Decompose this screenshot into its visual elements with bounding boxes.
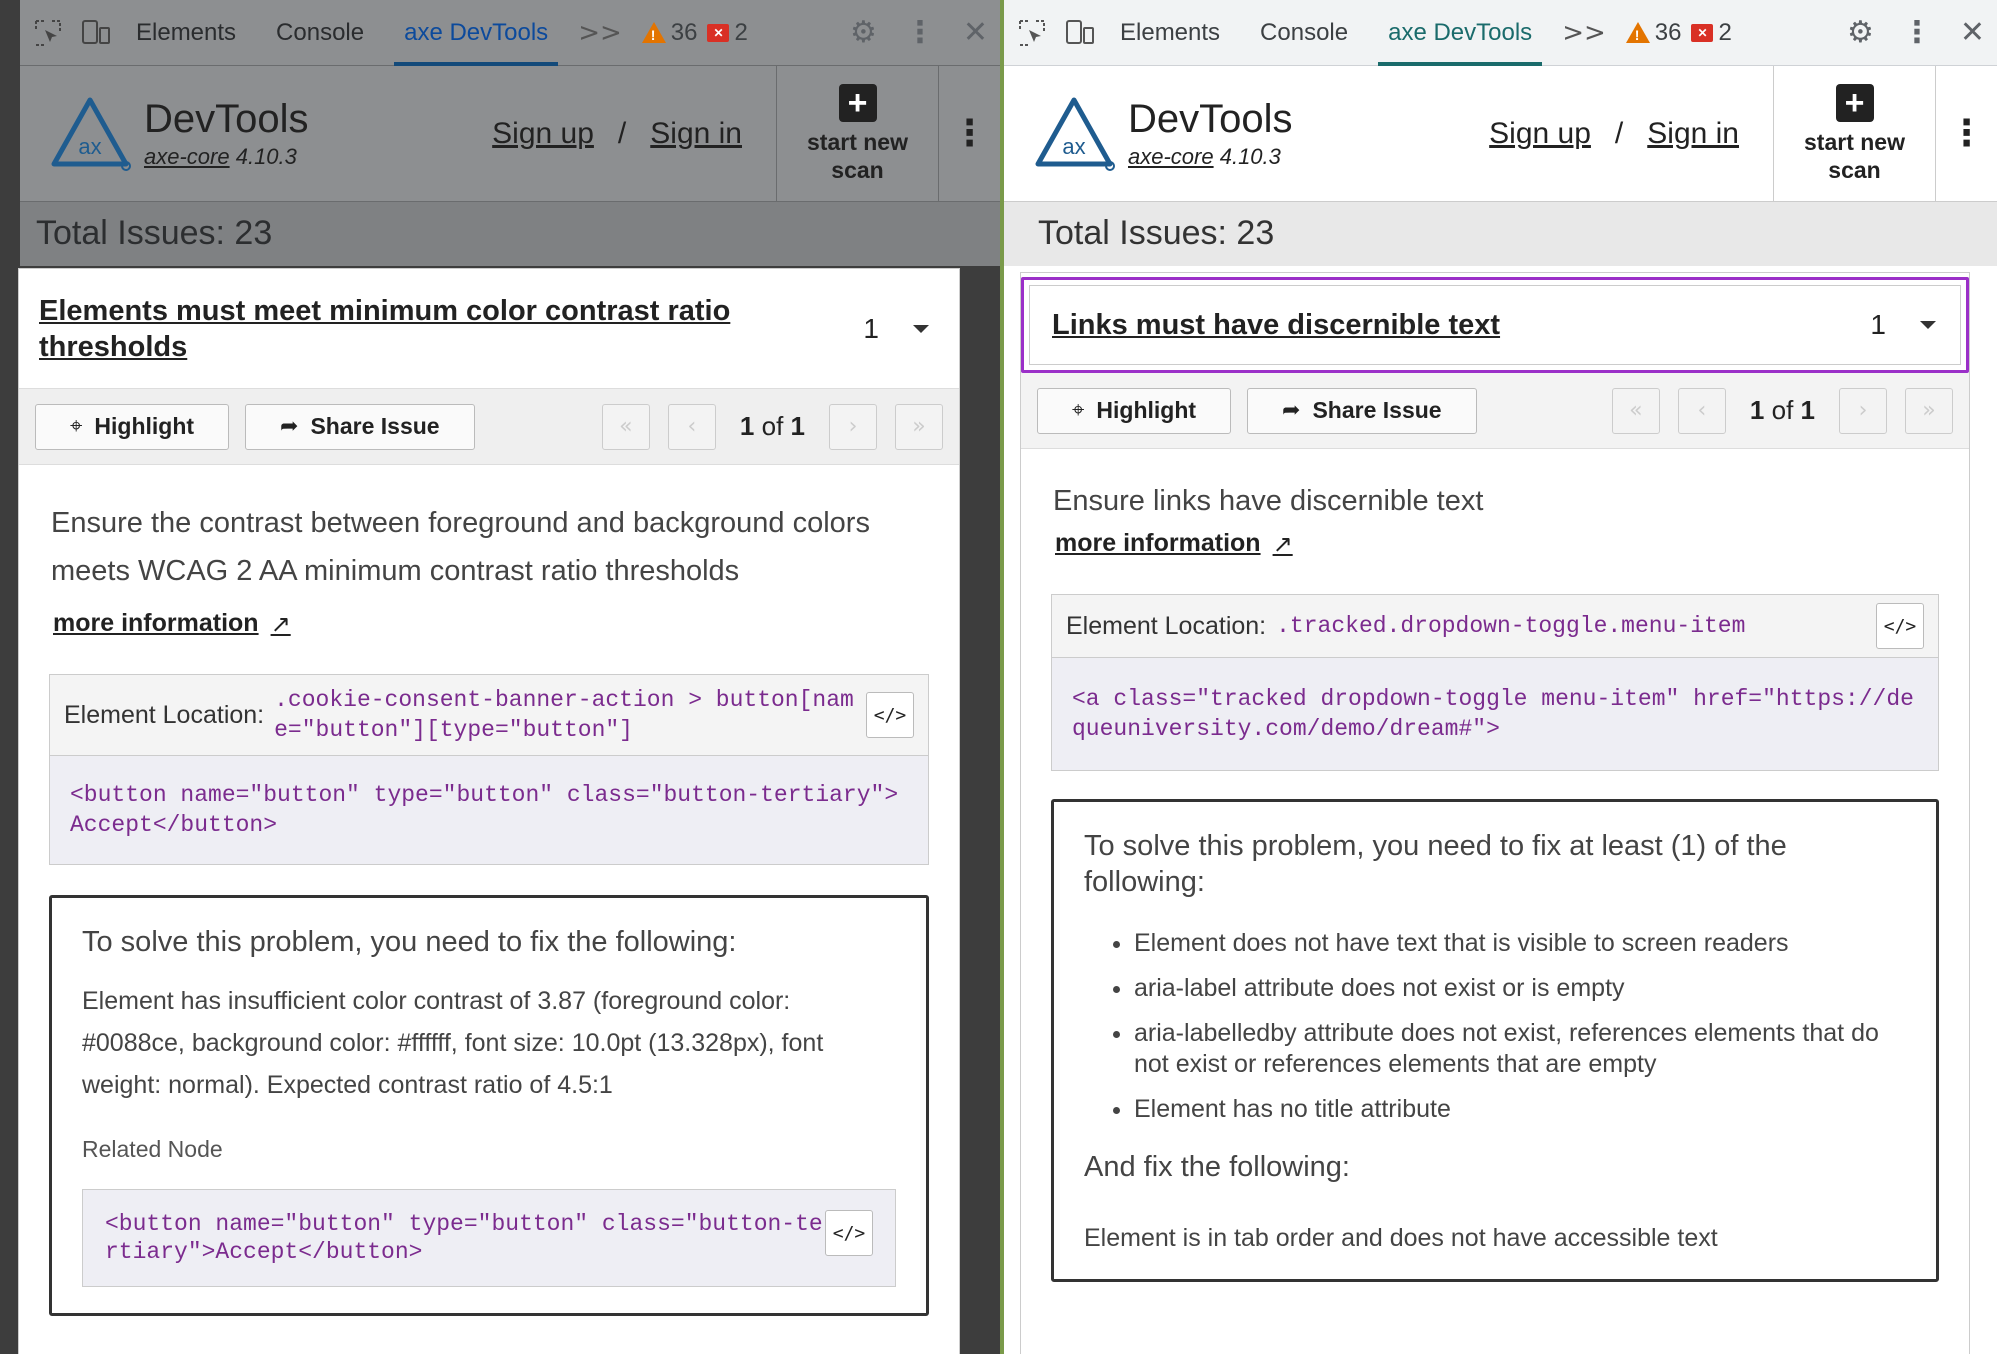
auth-links: Sign up / Sign in xyxy=(1489,66,1773,201)
code-icon[interactable]: </> xyxy=(1876,603,1924,649)
highlight-label: Highlight xyxy=(1096,397,1197,423)
solve-box: To solve this problem, you need to fix a… xyxy=(1051,799,1939,1282)
tab-axe-devtools[interactable]: axe DevTools xyxy=(1368,0,1552,66)
error-count-value: 2 xyxy=(1718,18,1732,46)
left-devtools-panel: Elements Console axe DevTools >> 36 ✕ 2 … xyxy=(0,0,1000,1354)
solve-item: aria-labelledby attribute does not exist… xyxy=(1134,1018,1906,1080)
device-toggle-icon[interactable] xyxy=(1060,13,1100,53)
dim-overlay xyxy=(0,0,1000,1354)
tab-console[interactable]: Console xyxy=(1240,0,1368,66)
devtools-tabbar: Elements Console axe DevTools >> 36 ✕ 2 … xyxy=(1004,0,1997,66)
header-menu-kebab-icon[interactable]: ⋮ xyxy=(1935,66,1997,201)
tab-elements[interactable]: Elements xyxy=(1100,0,1240,66)
crosshair-icon: ⌖ xyxy=(1072,398,1085,423)
sign-in-link[interactable]: Sign in xyxy=(1647,117,1739,151)
solve-item: aria-label attribute does not exist or i… xyxy=(1134,973,1906,1004)
rule-header[interactable]: Links must have discernible text 1 xyxy=(1021,277,1969,373)
rule-description: Ensure links have discernible text xyxy=(1053,485,1484,517)
share-issue-button[interactable]: ➦ Share Issue xyxy=(1247,387,1477,434)
version-line: axe-core 4.10.3 xyxy=(1128,144,1293,170)
share-icon: ➦ xyxy=(1282,398,1301,423)
kebab-icon[interactable]: ⋮ xyxy=(1902,15,1932,50)
start-new-scan-button[interactable]: + start new scan xyxy=(1773,66,1935,201)
solve-heading: To solve this problem, you need to fix a… xyxy=(1084,830,1787,898)
page-indicator: 1 of 1 xyxy=(1749,395,1815,425)
inspect-icon[interactable] xyxy=(1012,13,1052,53)
solve-item: Element does not have text that is visib… xyxy=(1134,928,1906,959)
error-icon: ✕ xyxy=(1691,23,1714,42)
axe-logo-icon: ax xyxy=(1035,97,1115,171)
version-number: 4.10.3 xyxy=(1219,144,1281,169)
issue-toolbar: ⌖ Highlight ➦ Share Issue « ‹ 1 of 1 › » xyxy=(1021,373,1969,449)
external-link-icon: ↗ xyxy=(1272,529,1293,558)
add-scan-icon: + xyxy=(1835,83,1874,122)
issue-detail-card: Links must have discernible text 1 ⌖ High… xyxy=(1020,272,1970,1354)
solve-list: Element does not have text that is visib… xyxy=(1134,928,1906,1125)
close-icon[interactable]: ✕ xyxy=(1960,15,1985,50)
axe-header: ax DevTools axe-core 4.10.3 Sign up / Si… xyxy=(1004,66,1997,202)
solve-item: Element has no title attribute xyxy=(1134,1094,1906,1125)
element-snippet: <a class="tracked dropdown-toggle menu-i… xyxy=(1051,658,1939,771)
first-page-icon[interactable]: « xyxy=(1611,387,1660,434)
element-location-label: Element Location: xyxy=(1066,611,1267,640)
more-tabs-icon[interactable]: >> xyxy=(1552,18,1616,48)
more-info-label: more information xyxy=(1055,529,1261,557)
svg-text:ax: ax xyxy=(1062,134,1085,159)
share-label: Share Issue xyxy=(1312,397,1442,423)
error-count[interactable]: ✕ 2 xyxy=(1691,18,1732,47)
gear-icon[interactable]: ⚙ xyxy=(1847,15,1874,50)
and-fix-detail: Element is in tab order and does not hav… xyxy=(1084,1224,1718,1252)
element-location: Element Location: .tracked.dropdown-togg… xyxy=(1051,594,1939,658)
auth-separator: / xyxy=(1614,116,1624,150)
rule-count: 1 xyxy=(1870,309,1886,340)
caret-down-icon[interactable] xyxy=(1920,321,1936,329)
scan-label-line2: scan xyxy=(1828,156,1881,183)
warning-icon xyxy=(1625,22,1650,43)
rule-title[interactable]: Links must have discernible text xyxy=(1052,307,1870,343)
scan-label-line1: start new xyxy=(1804,128,1905,155)
pager: « ‹ 1 of 1 › » xyxy=(1611,387,1953,434)
and-fix-heading: And fix the following: xyxy=(1084,1151,1350,1183)
sign-up-link[interactable]: Sign up xyxy=(1489,117,1591,151)
axe-core-link[interactable]: axe-core xyxy=(1128,144,1214,169)
next-page-icon[interactable]: › xyxy=(1839,387,1887,434)
prev-page-icon[interactable]: ‹ xyxy=(1677,387,1726,434)
element-location-selector[interactable]: .tracked.dropdown-toggle.menu-item xyxy=(1276,611,1876,641)
brand: ax DevTools axe-core 4.10.3 xyxy=(1004,66,1434,201)
highlight-button[interactable]: ⌖ Highlight xyxy=(1037,387,1232,434)
last-page-icon[interactable]: » xyxy=(1905,387,1953,434)
warning-count[interactable]: 36 xyxy=(1625,18,1682,47)
right-devtools-panel: Elements Console axe DevTools >> 36 ✕ 2 … xyxy=(1004,0,1997,1354)
total-issues: Total Issues: 23 xyxy=(1004,202,1997,266)
more-information-link[interactable]: more information ↗ xyxy=(1021,525,1969,594)
warning-count-value: 36 xyxy=(1654,18,1682,46)
app-title: DevTools xyxy=(1128,97,1293,141)
